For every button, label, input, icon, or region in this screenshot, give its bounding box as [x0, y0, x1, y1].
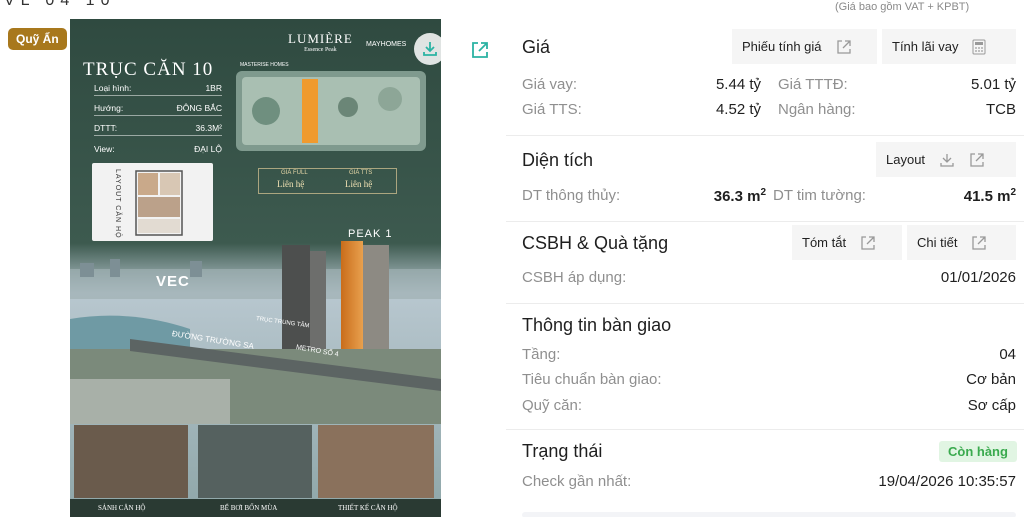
vec-label: VEC	[156, 273, 190, 290]
divider	[506, 135, 1024, 136]
listing-detail: VL 04 10 (Giá bao gồm VAT + KPBT) MASTER…	[0, 0, 1024, 517]
policy-date-value: 01/01/2026	[940, 269, 1016, 286]
photo-caption: BỂ BƠI BỐN MÙA	[220, 504, 278, 512]
open-external-icon	[972, 235, 987, 250]
price-sheet-button[interactable]: Phiếu tính giá	[732, 29, 877, 64]
poster-row: Loại hình: 1BR	[94, 83, 222, 96]
tttd-price-label: Giá TTTĐ:	[778, 76, 848, 93]
bank-label: Ngân hàng:	[778, 101, 856, 118]
last-check-value: 19/04/2026 10:35:57	[878, 473, 1016, 490]
loan-price-label: Giá vay:	[522, 76, 578, 93]
scroll-edge	[522, 512, 1016, 517]
loan-price-value: 5.44 tỷ	[715, 76, 761, 93]
gross-area-value: 41.5 m2	[963, 187, 1016, 205]
interest-calc-label: Tính lãi vay	[892, 39, 959, 54]
open-external-icon	[836, 39, 851, 54]
summary-button-label: Tóm tắt	[802, 235, 847, 250]
price-section-title: Giá	[522, 37, 551, 57]
detail-button-label: Chi tiết	[917, 235, 958, 250]
summary-button[interactable]: Tóm tắt	[792, 225, 902, 260]
handover-standard-value: Cơ bản	[966, 371, 1016, 388]
hidden-fund-badge: Quỹ Ẩn	[8, 28, 67, 50]
tts-price-label: Giá TTS:	[522, 101, 582, 118]
fund-type-value: Sơ cấp	[967, 397, 1016, 414]
detail-button[interactable]: Chi tiết	[907, 225, 1016, 260]
tttd-price-value: 5.01 tỷ	[970, 76, 1016, 93]
cut-off-heading: VL 04 10	[4, 0, 116, 9]
apartment-poster[interactable]: MASTERISE HOMES LUMIÈRE Essence Peak MAY…	[70, 19, 441, 517]
detail-panel: Giá Phiếu tính giá Tính lãi vay Giá vay:…	[506, 19, 1024, 517]
masterise-logo: MASTERISE HOMES	[240, 62, 289, 68]
handover-section-title: Thông tin bàn giao	[522, 315, 672, 335]
bank-value: TCB	[986, 101, 1016, 118]
layout-button[interactable]: Layout	[876, 142, 1016, 177]
open-external-icon	[970, 152, 984, 167]
divider	[506, 303, 1024, 304]
vat-note: (Giá bao gồm VAT + KPBT)	[835, 1, 970, 13]
area-section-title: Diện tích	[522, 150, 594, 170]
peak-label: PEAK 1	[348, 228, 393, 240]
download-icon	[423, 42, 437, 56]
layout-label: LAYOUT CĂN HỘ	[114, 169, 121, 239]
status-badge: Còn hàng	[939, 441, 1017, 462]
price-sheet-label: Phiếu tính giá	[742, 39, 822, 54]
interest-calc-button[interactable]: Tính lãi vay	[882, 29, 1016, 64]
download-icon	[940, 153, 954, 167]
policy-date-label: CSBH áp dụng:	[522, 269, 627, 286]
fund-type-label: Quỹ căn:	[522, 397, 583, 414]
photo-caption: SẢNH CĂN HỘ	[98, 504, 146, 512]
divider	[506, 429, 1024, 430]
poster-row: View: ĐẠI LỘ	[94, 144, 222, 154]
mayhomes-logo: MAYHOMES	[366, 41, 407, 48]
calculator-icon	[972, 39, 986, 54]
net-area-value: 36.3 m2	[713, 187, 766, 205]
poster-price-box: GIÁ FULL Liên hệ GIÁ TTS Liên hệ	[258, 168, 397, 194]
lumiere-logo: LUMIÈRE Essence Peak	[288, 31, 353, 53]
policy-section-title: CSBH & Quà tặng	[522, 233, 669, 253]
floor-value: 04	[999, 346, 1016, 363]
tts-price-value: 4.52 tỷ	[715, 101, 761, 118]
net-area-label: DT thông thủy:	[522, 187, 621, 204]
open-external-icon[interactable]	[470, 40, 490, 65]
photo-caption: THIẾT KẾ CĂN HỘ	[338, 504, 398, 512]
poster-row: DTTT: 36.3M²	[94, 123, 222, 136]
handover-standard-label: Tiêu chuẩn bàn giao:	[522, 371, 662, 388]
divider	[506, 221, 1024, 222]
last-check-label: Check gần nhất:	[522, 473, 632, 490]
floor-label: Tầng:	[522, 346, 561, 363]
poster-illustration	[70, 19, 441, 517]
open-external-icon	[861, 235, 875, 250]
layout-button-label: Layout	[886, 152, 926, 167]
poster-title: TRỤC CĂN 10	[83, 59, 214, 80]
download-button[interactable]	[414, 33, 446, 65]
status-section-title: Trạng thái	[522, 441, 603, 461]
layout-thumbnail	[92, 163, 213, 241]
gross-area-label: DT tim tường:	[773, 187, 866, 204]
poster-row: Hướng: ĐÔNG BẮC	[94, 103, 222, 116]
